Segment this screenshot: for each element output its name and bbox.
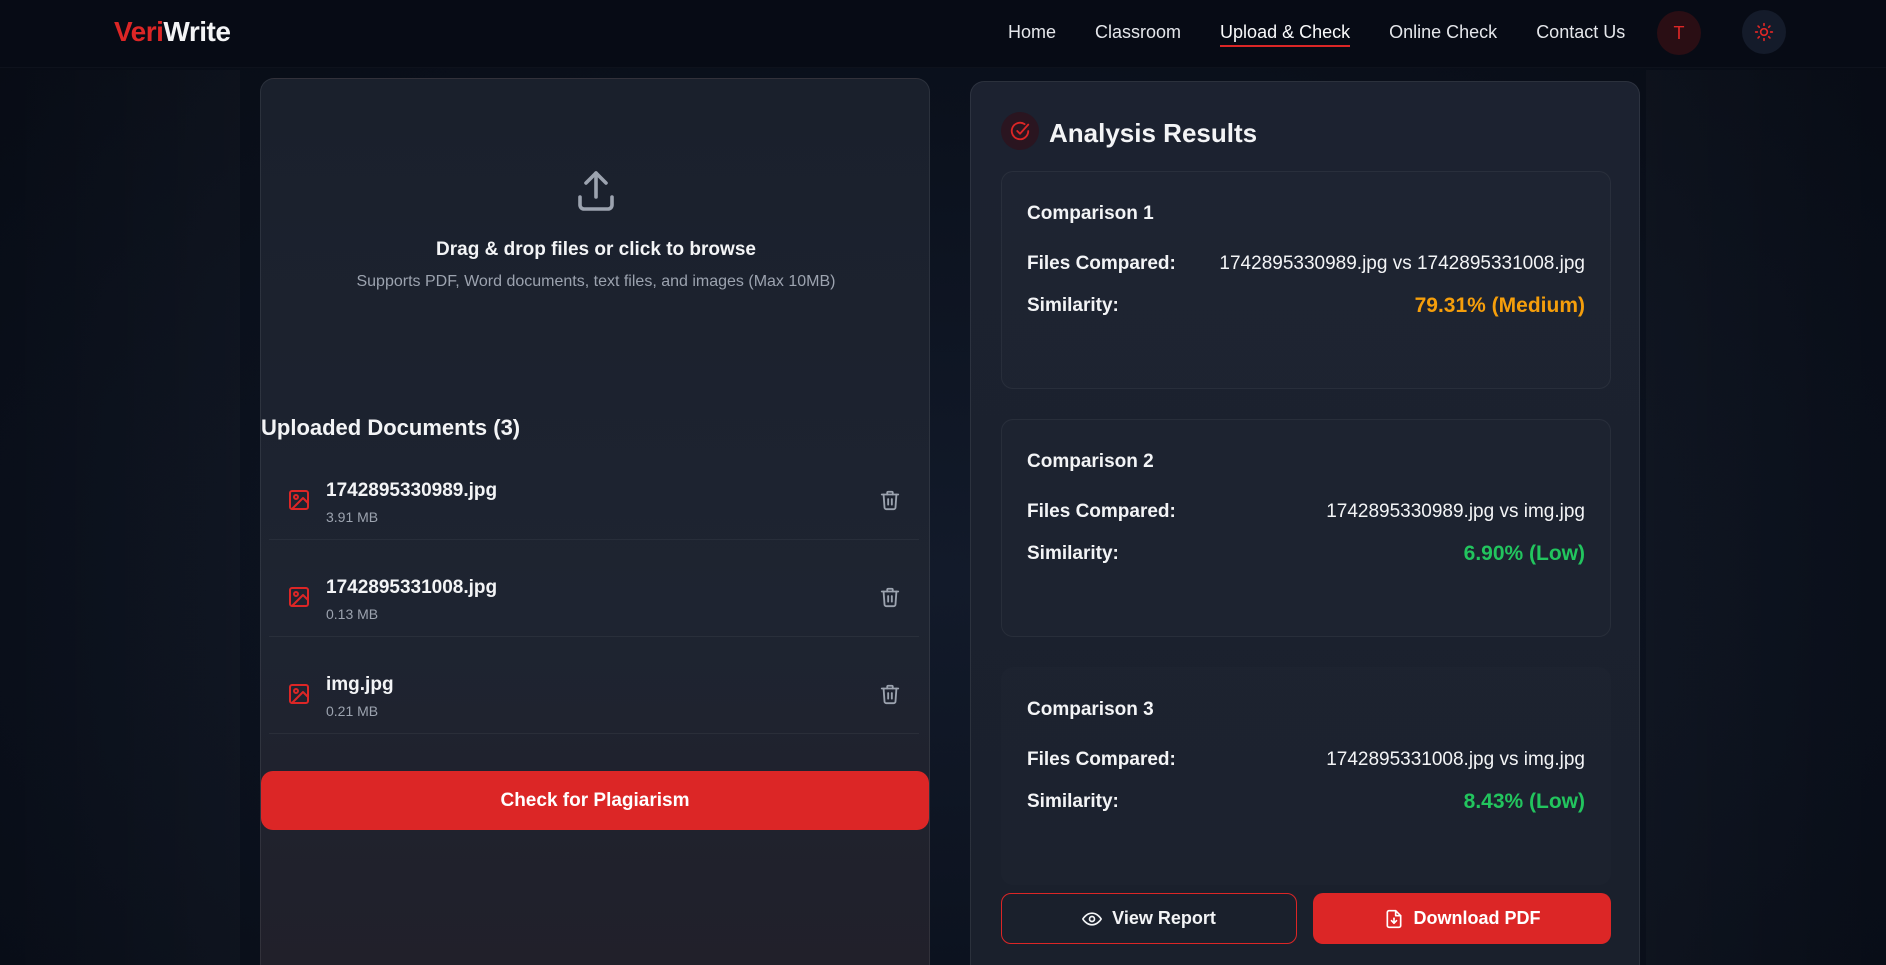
background-shade-right	[1646, 70, 1886, 965]
files-compared-label: Files Compared:	[1027, 749, 1176, 770]
document-size: 0.13 MB	[326, 606, 379, 622]
logo-part-veri: Veri	[114, 16, 164, 47]
results-title: Analysis Results	[1049, 118, 1258, 148]
similarity-label: Similarity:	[1027, 791, 1119, 812]
nav-contact-us[interactable]: Contact Us	[1536, 22, 1625, 43]
navbar: VeriWrite Home Classroom Upload & Check …	[0, 0, 1886, 68]
nav-home[interactable]: Home	[1008, 22, 1056, 43]
dropzone-title: Drag & drop files or click to browse	[436, 239, 756, 260]
document-name: img.jpg	[326, 674, 394, 695]
document-size: 0.21 MB	[326, 703, 379, 719]
trash-icon[interactable]	[879, 586, 901, 608]
files-compared-label: Files Compared:	[1027, 253, 1176, 274]
similarity-label: Similarity:	[1027, 543, 1119, 564]
file-download-icon	[1386, 909, 1401, 928]
nav-online-check[interactable]: Online Check	[1389, 22, 1497, 43]
document-name: 1742895330989.jpg	[326, 480, 498, 501]
theme-toggle-button[interactable]	[1742, 10, 1786, 54]
document-name: 1742895331008.jpg	[326, 577, 498, 598]
list-item: img.jpg 0.21 MB	[269, 652, 919, 734]
check-circle-icon	[1010, 121, 1030, 141]
trash-icon[interactable]	[879, 489, 901, 511]
comparison-title: Comparison 3	[1027, 699, 1154, 720]
avatar[interactable]: T	[1657, 11, 1701, 55]
nav-links: Home Classroom Upload & Check Online Che…	[1008, 22, 1664, 47]
list-item: 1742895330989.jpg 3.91 MB	[269, 458, 919, 540]
download-pdf-button[interactable]: Download PDF	[1313, 893, 1611, 944]
image-file-icon	[289, 587, 309, 607]
document-size: 3.91 MB	[326, 509, 379, 525]
similarity-value: 79.31% (Medium)	[1414, 294, 1585, 317]
dropzone-subtitle: Supports PDF, Word documents, text files…	[356, 273, 836, 290]
list-item: 1742895331008.jpg 0.13 MB	[269, 555, 919, 637]
upload-icon	[578, 171, 614, 211]
similarity-value: 8.43% (Low)	[1463, 790, 1585, 813]
image-file-icon	[289, 684, 309, 704]
uploaded-documents-heading: Uploaded Documents (3)	[261, 415, 521, 440]
analysis-results-panel: Analysis Results Comparison 1 Files Comp…	[970, 81, 1640, 965]
files-compared-value: 1742895331008.jpg vs img.jpg	[1326, 749, 1585, 770]
nav-upload-check[interactable]: Upload & Check	[1220, 22, 1351, 47]
similarity-value: 6.90% (Low)	[1463, 542, 1585, 565]
trash-icon[interactable]	[879, 683, 901, 705]
results-icon-badge	[1001, 112, 1039, 150]
logo[interactable]: VeriWrite	[114, 16, 231, 48]
comparison-title: Comparison 2	[1027, 451, 1154, 472]
check-plagiarism-button[interactable]: Check for Plagiarism	[261, 771, 929, 830]
files-compared-value: 1742895330989.jpg vs img.jpg	[1326, 501, 1585, 522]
comparison-card: Comparison 2 Files Compared: 17428953309…	[1001, 419, 1611, 637]
view-report-label: View Report	[1112, 908, 1216, 928]
file-dropzone[interactable]: Drag & drop files or click to browse Sup…	[261, 79, 931, 379]
comparison-card: Comparison 3 Files Compared: 17428953310…	[1001, 667, 1611, 885]
view-report-button[interactable]: View Report	[1001, 893, 1297, 944]
files-compared-value: 1742895330989.jpg vs 1742895331008.jpg	[1219, 253, 1585, 274]
avatar-initial: T	[1673, 22, 1685, 43]
background-shade-left	[0, 70, 240, 965]
upload-panel: Drag & drop files or click to browse Sup…	[260, 78, 930, 965]
eye-icon	[1082, 911, 1103, 926]
image-file-icon	[289, 490, 309, 510]
files-compared-label: Files Compared:	[1027, 501, 1176, 522]
download-pdf-label: Download PDF	[1413, 908, 1541, 928]
logo-part-write: Write	[163, 16, 231, 47]
comparison-card: Comparison 1 Files Compared: 17428953309…	[1001, 171, 1611, 389]
sun-icon	[1754, 22, 1774, 42]
comparison-title: Comparison 1	[1027, 203, 1154, 224]
similarity-label: Similarity:	[1027, 295, 1119, 316]
nav-classroom[interactable]: Classroom	[1095, 22, 1181, 43]
